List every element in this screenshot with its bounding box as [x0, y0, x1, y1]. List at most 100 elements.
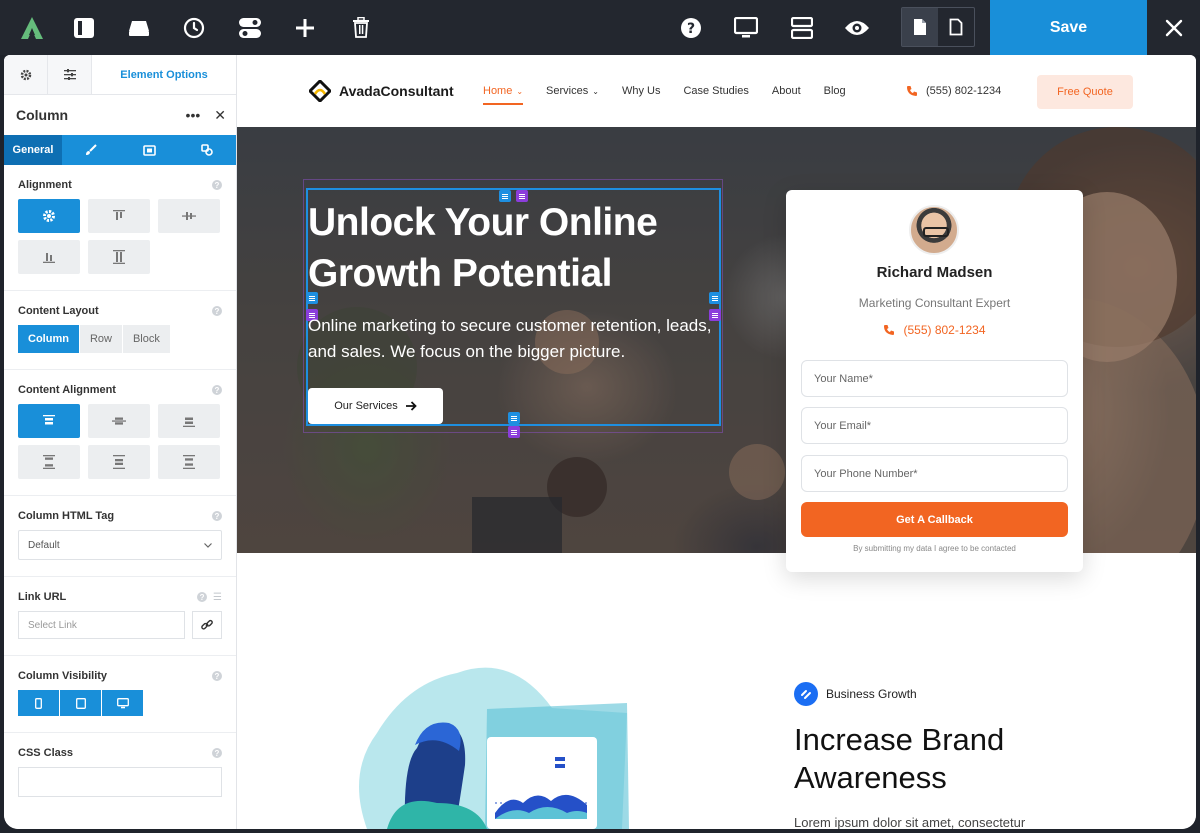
history-icon[interactable] [166, 0, 222, 55]
help-icon[interactable]: ? [212, 180, 222, 190]
layout-icon[interactable] [774, 0, 830, 55]
extras-icon[interactable] [178, 135, 236, 165]
space-around-icon[interactable] [88, 445, 150, 479]
growth-illustration [359, 667, 629, 829]
content-layout-section: Content Layout? Column Row Block [4, 291, 236, 370]
our-services-button[interactable]: Our Services [308, 388, 443, 424]
tab-element-options[interactable]: Element Options [92, 55, 236, 94]
close-icon[interactable] [1147, 0, 1200, 55]
link-url-label: Link URL [18, 591, 67, 603]
space-between-icon[interactable] [18, 445, 80, 479]
consent-note: By submitting my data I agree to be cont… [853, 544, 1016, 553]
section-body: Lorem ipsum dolor sit amet, consectetur [794, 815, 1026, 829]
brand-logo-icon [309, 80, 331, 102]
builder-frame: Element Options Column ••• ✕ General Ali… [4, 55, 1196, 829]
phone-icon [884, 325, 895, 335]
align-stretch-icon[interactable] [88, 240, 150, 274]
help-icon[interactable]: ? [212, 671, 222, 681]
phone-field[interactable]: Your Phone Number* [801, 455, 1068, 492]
link-url-input[interactable]: Select Link [18, 611, 185, 639]
sidebar-toggle-icon[interactable] [56, 0, 112, 55]
header-phone-number: (555) 802-1234 [926, 85, 1002, 97]
html-tag-value: Default [28, 539, 60, 551]
library-icon[interactable] [111, 0, 167, 55]
help-icon[interactable]: ? [212, 748, 222, 758]
help-icon[interactable]: ? [212, 385, 222, 395]
css-class-input[interactable] [18, 767, 222, 797]
drag-handle-icon[interactable] [508, 426, 520, 438]
sliders-icon[interactable] [48, 55, 92, 94]
menu-item-about[interactable]: About [772, 55, 801, 127]
our-services-label: Our Services [334, 400, 398, 412]
mobile-icon[interactable] [18, 690, 60, 716]
page-icon[interactable] [902, 8, 938, 46]
justify-start-icon[interactable] [18, 404, 80, 438]
site-logo[interactable]: AvadaConsultant [309, 80, 454, 102]
email-field[interactable]: Your Email* [801, 407, 1068, 444]
svg-text:?: ? [687, 21, 695, 37]
dynamic-data-icon[interactable]: ☰ [213, 592, 222, 603]
desktop-icon[interactable] [718, 0, 774, 55]
free-quote-button[interactable]: Free Quote [1037, 75, 1133, 109]
visibility-label: Column Visibility [18, 670, 108, 682]
avatar [909, 205, 959, 255]
tab-general[interactable]: General [4, 135, 62, 165]
menu-item-why-us[interactable]: Why Us [622, 55, 661, 127]
help-icon[interactable]: ? [212, 306, 222, 316]
align-top-icon[interactable] [88, 199, 150, 233]
help-icon[interactable]: ? [212, 511, 222, 521]
main-menu: Home ⌄ Services ⌄ Why Us Case Studies Ab… [483, 55, 869, 127]
section-title: Increase Brand Awareness [794, 722, 1005, 795]
drag-handle-icon[interactable] [508, 412, 520, 424]
settings-gear-icon[interactable] [4, 55, 48, 94]
panel-header: Column ••• ✕ [4, 95, 236, 135]
toggles-icon[interactable] [222, 0, 278, 55]
align-center-icon[interactable] [158, 199, 220, 233]
html-tag-select[interactable]: Default [18, 530, 222, 560]
chevron-down-icon [204, 540, 212, 551]
add-icon[interactable] [277, 0, 333, 55]
menu-item-blog[interactable]: Blog [824, 55, 846, 127]
eyebrow-label: Business Growth [826, 687, 917, 701]
section-eyebrow: Business Growth [794, 682, 917, 706]
consultant-card: Richard Madsen Marketing Consultant Expe… [786, 190, 1083, 572]
page-view-switch [901, 7, 975, 47]
menu-item-home[interactable]: Home ⌄ [483, 55, 524, 127]
css-class-label: CSS Class [18, 747, 74, 759]
more-options-icon[interactable]: ••• [186, 107, 201, 123]
arrow-right-icon [405, 401, 417, 411]
chevron-down-icon: ⌄ [592, 86, 599, 96]
align-auto-gear-icon[interactable] [18, 199, 80, 233]
brush-icon[interactable] [62, 135, 120, 165]
justify-center-icon[interactable] [88, 404, 150, 438]
avada-logo-icon[interactable] [4, 0, 60, 55]
header-phone[interactable]: (555) 802-1234 [906, 55, 1001, 127]
name-field[interactable]: Your Name* [801, 360, 1068, 397]
trash-icon[interactable] [333, 0, 389, 55]
get-callback-button[interactable]: Get A Callback [801, 502, 1068, 537]
close-panel-icon[interactable]: ✕ [214, 107, 226, 124]
consultant-phone[interactable]: (555) 802-1234 [786, 323, 1083, 337]
desktop-icon[interactable] [102, 690, 144, 716]
space-evenly-icon[interactable] [158, 445, 220, 479]
save-button[interactable]: Save [990, 0, 1147, 55]
preview-icon[interactable] [829, 0, 885, 55]
content-alignment-section: Content Alignment? [4, 370, 236, 496]
media-icon[interactable] [120, 135, 178, 165]
help-icon[interactable]: ? [197, 592, 208, 602]
align-bottom-icon[interactable] [18, 240, 80, 274]
site-header: AvadaConsultant Home ⌄ Services ⌄ Why Us… [237, 55, 1196, 127]
layout-option-row[interactable]: Row [79, 325, 123, 353]
help-icon[interactable]: ? [663, 0, 719, 55]
growth-badge-icon [794, 682, 818, 706]
consultant-phone-number: (555) 802-1234 [903, 323, 986, 337]
tablet-icon[interactable] [60, 690, 102, 716]
layout-option-block[interactable]: Block [122, 325, 171, 353]
hero-subtitle: Online marketing to secure customer rete… [308, 316, 712, 361]
page-outline-icon[interactable] [938, 8, 974, 46]
layout-option-column[interactable]: Column [18, 325, 80, 353]
link-icon[interactable] [192, 611, 222, 639]
menu-item-services[interactable]: Services ⌄ [546, 55, 599, 127]
menu-item-case-studies[interactable]: Case Studies [683, 55, 748, 127]
justify-end-icon[interactable] [158, 404, 220, 438]
